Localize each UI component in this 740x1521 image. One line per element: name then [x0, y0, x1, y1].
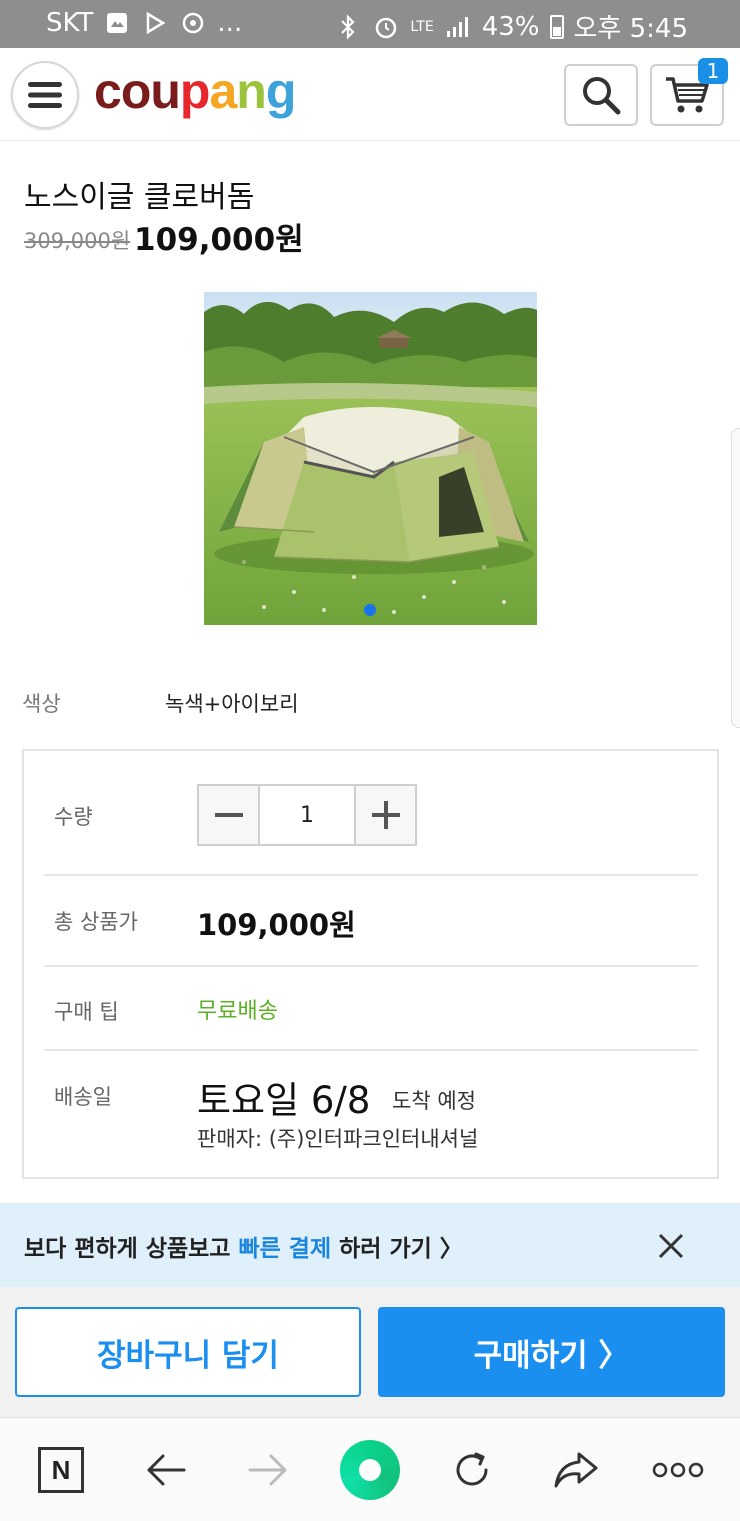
browser-toolbar: N	[0, 1417, 740, 1521]
delivery-estimate-text: 도착 예정	[392, 1089, 476, 1113]
naver-home-button[interactable]: N	[31, 1440, 91, 1500]
add-to-cart-button[interactable]: 장바구니 담기	[15, 1307, 361, 1397]
original-price: 309,000원	[24, 229, 131, 253]
quantity-increase-button[interactable]	[356, 786, 415, 844]
alarm-icon	[372, 13, 400, 41]
clock: 오후 5:45	[573, 14, 689, 44]
coupang-logo[interactable]: coupang	[94, 62, 297, 120]
product-image[interactable]	[204, 292, 537, 625]
more-options-button[interactable]	[648, 1440, 708, 1500]
cart-count-badge: 1	[698, 58, 728, 84]
gallery-notification-icon	[103, 9, 131, 37]
share-icon	[554, 1452, 598, 1488]
buy-now-button[interactable]: 구매하기 〉	[378, 1307, 725, 1397]
order-info-box: 수량 1 총 상품가 109,000원 구매 팁 무료배송 배송일 토요일 6/…	[22, 749, 719, 1179]
menu-button[interactable]	[11, 61, 79, 129]
close-icon	[658, 1233, 684, 1259]
refresh-button[interactable]	[442, 1440, 502, 1500]
logo-letter: u	[150, 63, 181, 119]
quantity-decrease-button[interactable]	[199, 786, 258, 844]
free-shipping-badge: 무료배송	[197, 999, 278, 1024]
banner-text[interactable]: 보다 편하게 상품보고 빠른 결제 하러 가기 〉	[24, 1229, 463, 1263]
quantity-stepper: 1	[197, 784, 417, 846]
logo-letter: p	[179, 63, 211, 119]
share-button[interactable]	[546, 1440, 606, 1500]
logo-letter: g	[265, 63, 297, 119]
divider	[44, 874, 698, 876]
bluetooth-icon	[334, 13, 362, 41]
more-dots-icon	[652, 1462, 704, 1478]
banner-text-prefix: 보다 편하게 상품보고	[24, 1236, 239, 1262]
naver-n-icon: N	[38, 1447, 84, 1493]
more-notifications: ...	[217, 8, 243, 38]
sale-price: 109,000원	[134, 222, 304, 258]
minus-icon	[214, 813, 243, 817]
divider	[44, 965, 698, 967]
quantity-label: 수량	[54, 805, 93, 829]
sync-icon	[179, 9, 207, 37]
banner-text-suffix: 하러 가기 〉	[331, 1236, 463, 1262]
banner-text-highlight: 빠른 결제	[238, 1236, 332, 1262]
seller-name: 판매자: (주)인터파크인터내셔널	[197, 1127, 479, 1151]
color-option-row: 색상 녹색+아이보리	[22, 688, 722, 718]
back-arrow-icon	[147, 1454, 186, 1486]
delivery-date-value: 토요일 6/8	[197, 1079, 371, 1122]
green-dot-button[interactable]	[340, 1440, 400, 1500]
logo-letter: o	[120, 63, 152, 119]
purchase-actions: 장바구니 담기 구매하기 〉	[0, 1287, 740, 1417]
green-dot-icon	[340, 1440, 400, 1500]
signal-icon	[444, 13, 472, 41]
app-promo-banner[interactable]: 보다 편하게 상품보고 빠른 결제 하러 가기 〉	[0, 1203, 740, 1287]
network-type: LTE	[410, 18, 434, 35]
refresh-icon	[456, 1452, 488, 1486]
plus-icon	[371, 801, 400, 829]
total-price-value: 109,000원	[197, 908, 356, 942]
product-title: 노스이글 클로버돔	[24, 180, 255, 215]
banner-close-button[interactable]	[656, 1231, 686, 1261]
color-option-value: 녹색+아이보리	[165, 692, 299, 716]
divider	[44, 1049, 698, 1051]
status-bar: SKT ... LTE 43% 오후 5:45	[0, 0, 740, 48]
delivery-date-label: 배송일	[54, 1085, 112, 1109]
quantity-input[interactable]: 1	[258, 786, 356, 844]
logo-letter: c	[94, 63, 122, 119]
forward-arrow-icon	[248, 1454, 287, 1486]
carrier-label: SKT	[46, 8, 94, 38]
search-button[interactable]	[564, 64, 638, 126]
total-price-label: 총 상품가	[54, 910, 138, 934]
hamburger-icon	[28, 82, 62, 108]
search-icon	[583, 77, 621, 115]
battery-icon	[549, 14, 564, 39]
play-store-icon	[141, 9, 169, 37]
app-header: coupang 1	[0, 48, 740, 141]
forward-button[interactable]	[238, 1440, 298, 1500]
carousel-dot-active[interactable]	[364, 604, 376, 616]
battery-percent: 43%	[481, 11, 540, 42]
logo-letter: n	[236, 63, 267, 119]
side-scroll-handle[interactable]	[731, 428, 740, 728]
cart-button-header[interactable]: 1	[650, 58, 728, 126]
purchase-tip-label: 구매 팁	[54, 1000, 119, 1024]
back-button[interactable]	[136, 1440, 196, 1500]
color-option-label: 색상	[22, 692, 61, 716]
logo-letter: a	[209, 63, 237, 119]
